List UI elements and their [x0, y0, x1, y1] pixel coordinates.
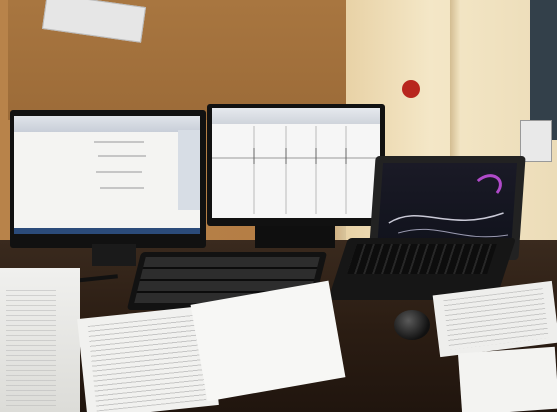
left-monitor-screen: [14, 116, 200, 234]
left-monitor-stand: [92, 244, 136, 266]
red-ornament: [402, 80, 420, 98]
wall-outlet: [520, 120, 552, 162]
computer-mouse: [394, 310, 430, 340]
left-screen-side-panel: [178, 130, 200, 210]
laptop-screen: [376, 163, 518, 250]
left-screen-content: [94, 141, 146, 189]
paper-text-lines: [6, 290, 56, 408]
center-screen-waveform: [212, 126, 380, 214]
center-screen-toolbar: [212, 108, 380, 124]
left-screen-taskbar: [14, 228, 200, 234]
window-frame: [530, 0, 557, 140]
laptop-keyboard: [347, 244, 497, 274]
desk-photo: [0, 0, 557, 412]
left-screen-toolbar: [14, 116, 200, 132]
center-monitor-screen: [212, 108, 380, 218]
center-monitor-stand: [255, 226, 335, 248]
laptop-wallpaper: [388, 174, 509, 238]
paper-bottom-right: [457, 346, 557, 412]
paper-text-lines: [87, 314, 207, 412]
